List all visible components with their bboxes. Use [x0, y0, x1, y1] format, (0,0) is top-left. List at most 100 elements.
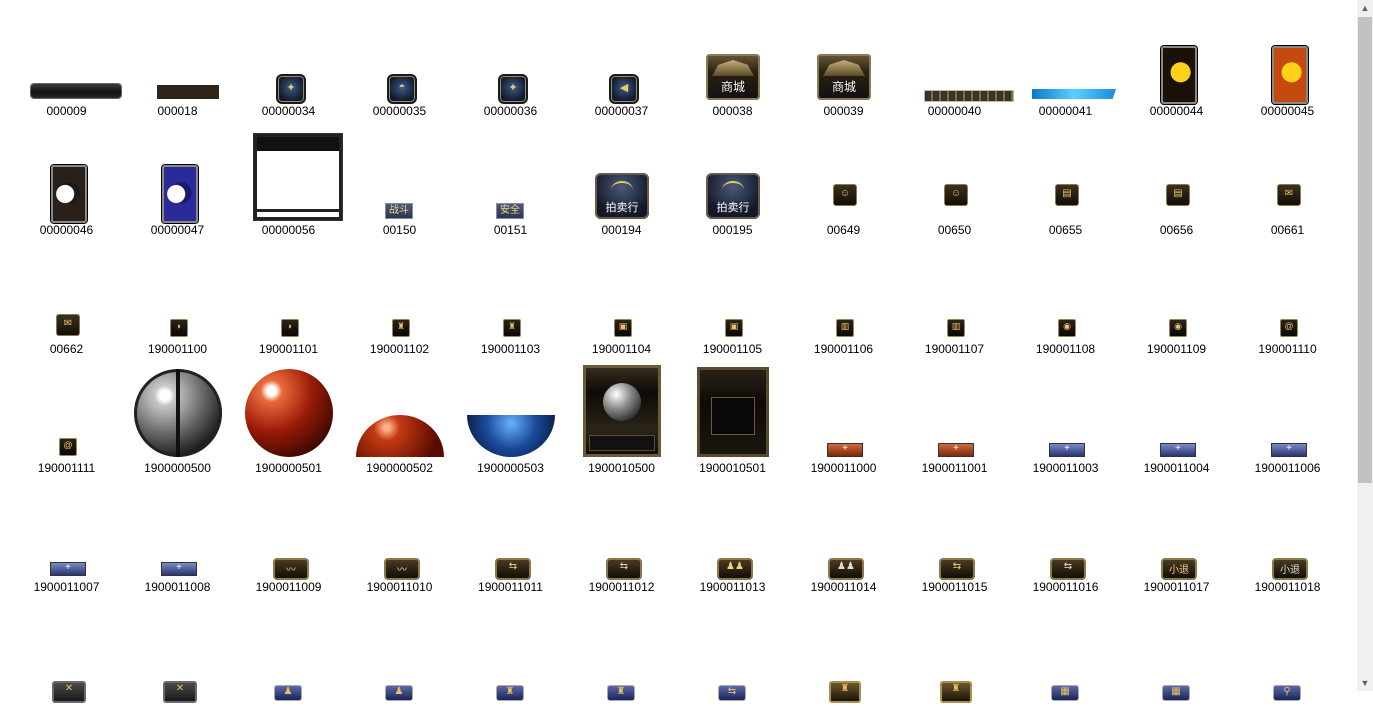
thumbnail-glyph: ♟♟ — [726, 561, 744, 572]
file-thumbnail: 小退 — [1232, 476, 1343, 580]
file-name-label: 1900011007 — [33, 580, 100, 594]
file-item[interactable]: ♟♟ 1900011014 — [788, 476, 899, 595]
file-item[interactable]: +1900011008 — [122, 476, 233, 595]
file-item[interactable]: 小退 1900011018 — [1232, 476, 1343, 595]
file-thumbnail: ♟♟ — [788, 476, 899, 580]
file-item[interactable]: ✦ 00000034 — [233, 0, 344, 119]
file-item[interactable]: ⇆ 1900011012 — [566, 476, 677, 595]
file-name-label: 190001107 — [924, 342, 985, 356]
scroll-thumb[interactable] — [1358, 17, 1372, 483]
file-item[interactable]: ✉ 00661 — [1232, 119, 1343, 238]
file-item[interactable]: 商城 000038 — [677, 0, 788, 119]
file-item[interactable]: 1900000502 — [344, 357, 455, 476]
file-item[interactable]: 1900000503 — [455, 357, 566, 476]
file-item[interactable]: ◉ 190001109 — [1121, 238, 1232, 357]
file-item[interactable]: 00000040 — [899, 0, 1014, 119]
file-item[interactable]: 1900010501 — [677, 357, 788, 476]
file-item[interactable]: 00000044 — [1121, 0, 1232, 119]
file-item[interactable]: ♜ 190001102 — [344, 238, 455, 357]
file-item[interactable]: ♟ — [344, 595, 455, 714]
file-item[interactable]: ♜ — [788, 595, 899, 714]
file-thumbnail: ◀ — [566, 0, 677, 104]
file-item[interactable]: 000018 — [122, 0, 233, 119]
file-item[interactable]: ✕ — [122, 595, 233, 714]
file-item[interactable]: ▦ — [1010, 595, 1121, 714]
file-item[interactable]: ▦ — [1121, 595, 1232, 714]
thumbnail-glyph: + — [176, 562, 182, 573]
file-item[interactable]: 1900010500 — [566, 357, 677, 476]
file-item[interactable]: 安全 00151 — [455, 119, 566, 238]
file-item[interactable]: ⚲ — [1232, 595, 1343, 714]
file-item[interactable]: ▣ 190001104 — [566, 238, 677, 357]
file-item[interactable]: +1900011000 — [788, 357, 899, 476]
file-item[interactable]: ▣ 190001105 — [677, 238, 788, 357]
file-item[interactable]: ⇆ 1900011015 — [899, 476, 1010, 595]
file-item[interactable]: 商城 000039 — [788, 0, 899, 119]
panel-slot — [589, 435, 655, 451]
file-item[interactable]: ▥ 190001107 — [899, 238, 1010, 357]
file-item[interactable]: ✉ 00662 — [11, 238, 122, 357]
thumbnail-image: ▤ — [1055, 184, 1079, 206]
file-item[interactable]: 拍卖行 000195 — [677, 119, 788, 238]
file-item[interactable]: 小退 1900011017 — [1121, 476, 1232, 595]
scroll-up-arrow-icon[interactable]: ▲ — [1357, 0, 1373, 16]
file-name-label: 1900011018 — [1254, 580, 1321, 594]
file-name-label: 1900000502 — [366, 461, 433, 475]
file-item[interactable]: 拍卖行 000194 — [566, 119, 677, 238]
file-item[interactable]: ◗ 190001101 — [233, 238, 344, 357]
file-item[interactable]: 1900000501 — [233, 357, 344, 476]
file-item[interactable]: 00000041 — [1010, 0, 1121, 119]
file-item[interactable]: 00000046 — [11, 119, 122, 238]
file-name-label: 1900011016 — [1032, 580, 1099, 594]
file-name-label: 000018 — [157, 104, 198, 118]
file-item[interactable]: ☺ 00650 — [899, 119, 1010, 238]
file-item[interactable]: ◗ 190001100 — [122, 238, 233, 357]
file-item[interactable]: +1900011003 — [1010, 357, 1121, 476]
file-thumbnail — [122, 0, 233, 102]
file-item[interactable]: ◉ 190001108 — [1010, 238, 1121, 357]
file-item[interactable]: 000009 — [11, 0, 122, 119]
thumbnail-glyph: 拍卖行 — [605, 201, 639, 214]
file-item[interactable]: 00000045 — [1232, 0, 1343, 119]
file-item[interactable]: +1900011004 — [1121, 357, 1232, 476]
thumbnail-glyph: ◗ — [176, 321, 182, 331]
file-item[interactable]: ♜ — [566, 595, 677, 714]
vertical-scrollbar[interactable]: ▲ ▼ — [1357, 0, 1373, 691]
file-item[interactable]: +1900011001 — [899, 357, 1010, 476]
file-item[interactable]: ♜ — [455, 595, 566, 714]
file-item[interactable]: ⇆ 1900011016 — [1010, 476, 1121, 595]
thumbnail-image: ✦ — [498, 74, 528, 104]
file-name-label: 00000044 — [1149, 104, 1204, 118]
file-thumbnail — [566, 357, 677, 459]
file-item[interactable]: ♜ 190001103 — [455, 238, 566, 357]
file-item[interactable]: ♟♟ 1900011013 — [677, 476, 788, 595]
file-item[interactable]: 〰 1900011009 — [233, 476, 344, 595]
file-item[interactable]: ✕ — [11, 595, 122, 714]
file-item[interactable]: ▤ 00655 — [1010, 119, 1121, 238]
file-item[interactable]: ⇆ — [677, 595, 788, 714]
thumbnail-glyph: ♜ — [507, 321, 517, 331]
file-item[interactable]: @190001110 — [1232, 238, 1343, 357]
file-item[interactable]: ◓ 00000035 — [344, 0, 455, 119]
file-item[interactable]: 〰 1900011010 — [344, 476, 455, 595]
file-item[interactable]: ▥ 190001106 — [788, 238, 899, 357]
thumbnail-image: ♟ — [274, 685, 302, 701]
file-item[interactable]: ✦ 00000036 — [455, 0, 566, 119]
file-item[interactable]: 1900000500 — [122, 357, 233, 476]
file-item[interactable]: ◀ 00000037 — [566, 0, 677, 119]
file-item[interactable]: ♟ — [233, 595, 344, 714]
file-item[interactable]: 00000056 — [233, 119, 344, 238]
scroll-down-arrow-icon[interactable]: ▼ — [1357, 675, 1373, 691]
file-item[interactable]: +1900011006 — [1232, 357, 1343, 476]
file-item[interactable]: 战斗 00150 — [344, 119, 455, 238]
file-item[interactable]: +1900011007 — [11, 476, 122, 595]
thumbnail-glyph: ✉ — [63, 318, 73, 329]
file-item[interactable]: ♜ — [899, 595, 1010, 714]
thumbnail-image: 战斗 — [385, 203, 413, 219]
file-item[interactable]: ▤ 00656 — [1121, 119, 1232, 238]
palace-roof-icon — [823, 60, 865, 76]
file-item[interactable]: ⇆ 1900011011 — [455, 476, 566, 595]
file-item[interactable]: ☺ 00649 — [788, 119, 899, 238]
file-item[interactable]: 00000047 — [122, 119, 233, 238]
file-item[interactable]: @190001111 — [11, 357, 122, 476]
